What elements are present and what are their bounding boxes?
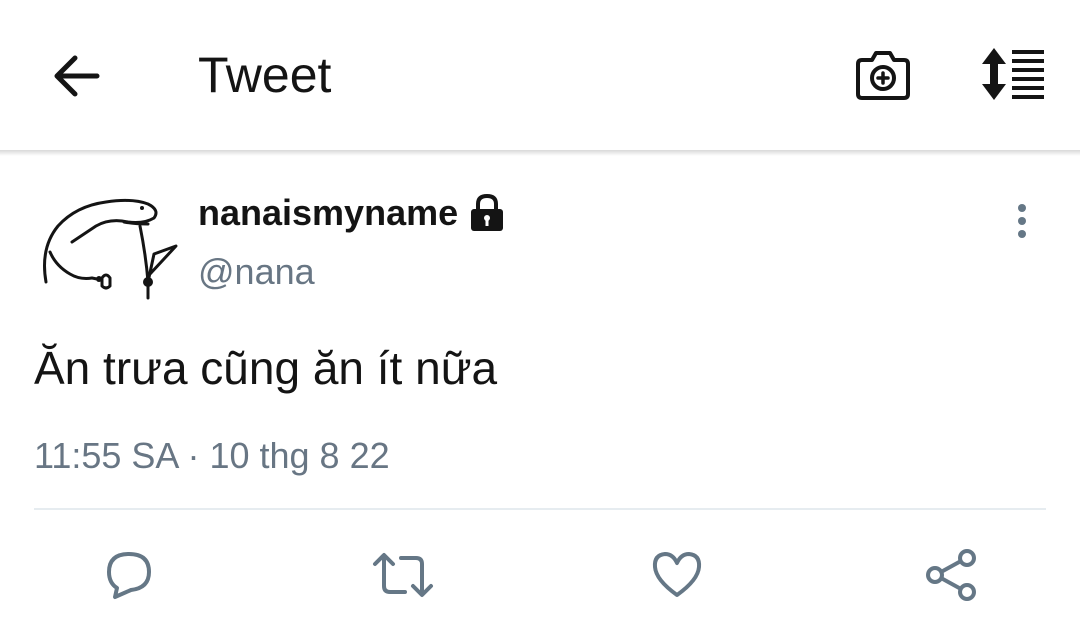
- lock-icon: [471, 193, 504, 231]
- camera-add-icon: [856, 51, 910, 100]
- tweet-detail-screen: Tweet nanaismyname @nana Ăn trưa cũng ăn…: [0, 0, 1080, 641]
- top-bar-shadow: [0, 150, 1080, 156]
- share-button[interactable]: [916, 542, 986, 608]
- like-button[interactable]: [642, 542, 712, 608]
- page-title: Tweet: [198, 47, 332, 103]
- retweet-button[interactable]: [368, 542, 438, 608]
- avatar[interactable]: [36, 186, 188, 306]
- top-app-bar: Tweet: [0, 0, 1080, 150]
- more-vertical-icon: [1018, 204, 1026, 238]
- back-button[interactable]: [44, 46, 108, 106]
- retweet-icon: [373, 553, 433, 597]
- avatar-drawing: [43, 198, 178, 300]
- display-name-row: nanaismyname: [198, 188, 506, 238]
- tweet-text: Ăn trưa cũng ăn ít nữa: [34, 342, 498, 394]
- divider: [34, 508, 1046, 510]
- sort-list-icon: [982, 48, 1044, 100]
- reply-icon: [107, 552, 151, 599]
- display-name[interactable]: nanaismyname: [198, 191, 458, 235]
- more-options-button[interactable]: [1000, 196, 1044, 246]
- user-handle[interactable]: @nana: [198, 250, 315, 294]
- camera-button[interactable]: [848, 42, 918, 106]
- arrow-left-icon: [54, 55, 100, 97]
- share-icon: [926, 549, 976, 601]
- heart-icon: [652, 552, 702, 597]
- sort-button[interactable]: [972, 42, 1052, 106]
- reply-button[interactable]: [94, 542, 164, 608]
- tweet-timestamp: 11:55 SA · 10 thg 8 22: [34, 435, 390, 476]
